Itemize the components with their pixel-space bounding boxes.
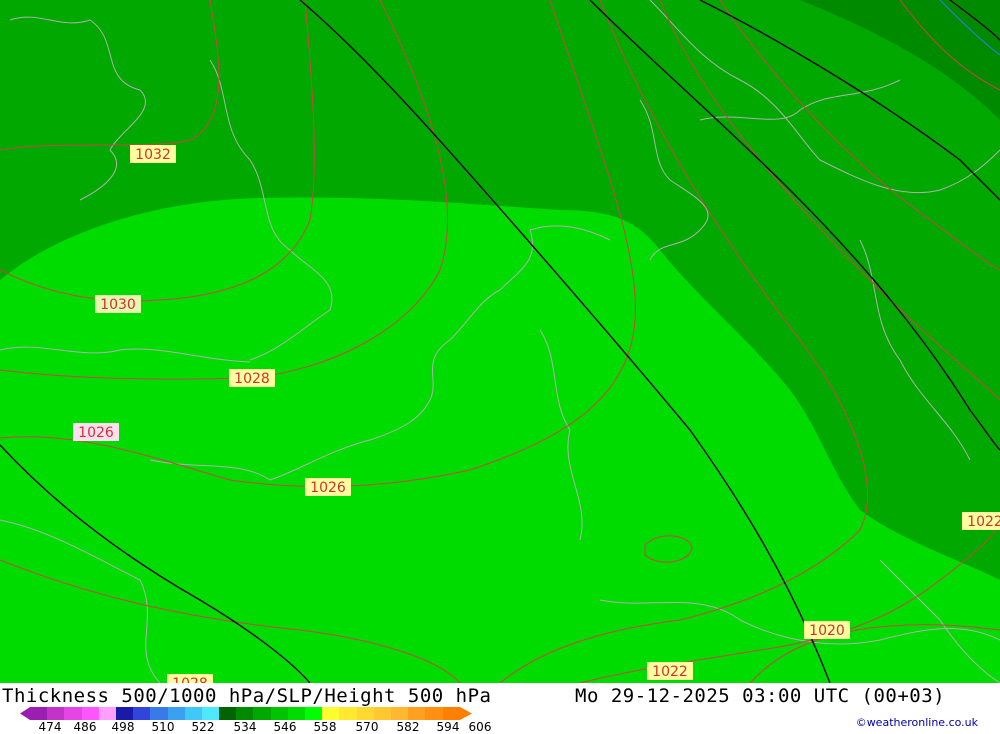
isobar-label-text: 1026 <box>78 425 114 441</box>
legend-tick-label: 570 <box>355 720 379 734</box>
legend-swatch <box>322 707 340 720</box>
legend-swatch <box>64 707 82 720</box>
legend-color-bar <box>30 707 460 720</box>
legend-tick-label: 510 <box>151 720 175 734</box>
isobar-label-1028: 1028 <box>229 369 275 387</box>
isobar-label-text: 1028 <box>234 371 270 387</box>
legend-tick-label: 558 <box>313 720 337 734</box>
legend-swatch <box>184 707 202 720</box>
isobar-label-text: 1026 <box>310 480 346 496</box>
isobar-label-1032: 1032 <box>130 145 176 163</box>
legend-swatch <box>47 707 65 720</box>
legend-swatch <box>115 707 134 720</box>
isobar-label-text: 1030 <box>100 297 136 313</box>
isobar-label-1028-south: 1028 <box>167 674 213 683</box>
legend-swatch <box>81 707 99 720</box>
legend-swatch <box>133 707 151 720</box>
isobar-label-text: 1022 <box>967 514 1000 530</box>
legend-tick-label: 522 <box>191 720 215 734</box>
legend-swatch <box>236 707 254 720</box>
legend-swatch <box>253 707 271 720</box>
legend-swatch <box>287 707 305 720</box>
legend-tick-label: 486 <box>73 720 97 734</box>
legend-arrow-left <box>20 707 30 720</box>
legend-swatch <box>408 707 426 720</box>
isobar-label-1022-east: 1022 <box>962 512 1000 530</box>
credit-link[interactable]: ©weatheronline.co.uk <box>856 716 978 729</box>
legend-ticks: 474 486 498 510 522 534 546 558 570 582 594 606 <box>0 720 520 734</box>
legend-tick-label: 582 <box>396 720 420 734</box>
legend-tick-label: 474 <box>38 720 62 734</box>
isobar-label-text: 1022 <box>652 664 688 680</box>
legend-swatch <box>339 707 357 720</box>
legend-tick-label: 546 <box>273 720 297 734</box>
isobar-label-text: 1032 <box>135 147 171 163</box>
isobar-label-1026-west: 1026 <box>73 423 119 441</box>
legend-swatch <box>30 707 48 720</box>
legend-tick-label: 498 <box>111 720 135 734</box>
isobar-label-text: 1028 <box>172 676 208 683</box>
map-canvas: 1032 1030 1028 1026 1026 1022 1020 1022 <box>0 0 1000 683</box>
map-footer: Thickness 500/1000 hPa/SLP/Height 500 hP… <box>0 683 1000 734</box>
legend-swatch <box>305 707 323 720</box>
map-title: Thickness 500/1000 hPa/SLP/Height 500 hP… <box>2 685 492 707</box>
legend-swatch <box>425 707 443 720</box>
legend-swatch <box>98 707 116 720</box>
map-datetime: Mo 29-12-2025 03:00 UTC (00+03) <box>575 685 946 707</box>
legend-swatch <box>442 707 460 720</box>
weather-map: 1032 1030 1028 1026 1026 1022 1020 1022 <box>0 0 1000 683</box>
legend-swatch <box>373 707 391 720</box>
isobar-label-text: 1020 <box>809 623 845 639</box>
isobar-label-1022-south: 1022 <box>647 662 693 680</box>
legend-swatch <box>270 707 288 720</box>
isobar-label-1020: 1020 <box>804 621 850 639</box>
isobar-label-1030: 1030 <box>95 295 141 313</box>
legend-tick-label: 594 <box>436 720 460 734</box>
legend-swatch <box>167 707 185 720</box>
legend-swatch <box>356 707 374 720</box>
legend-swatch <box>150 707 168 720</box>
legend-arrow-right <box>460 707 472 720</box>
legend-swatch <box>390 707 409 720</box>
legend-swatch <box>201 707 220 720</box>
legend-tick-label: 606 <box>468 720 492 734</box>
legend-swatch <box>219 707 237 720</box>
legend-tick-label: 534 <box>233 720 257 734</box>
isobar-label-1026-central: 1026 <box>305 478 351 496</box>
